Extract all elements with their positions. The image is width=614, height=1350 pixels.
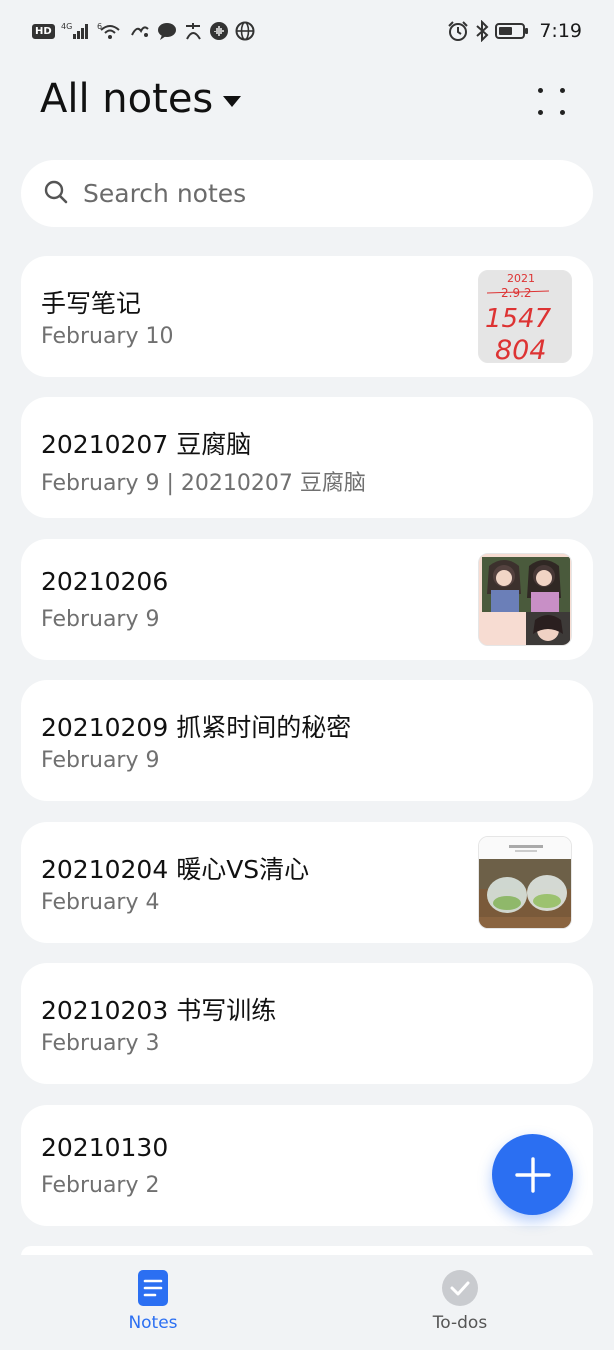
more-dots-icon — [538, 88, 543, 93]
handwriting-text: 804 — [495, 335, 547, 363]
note-subtitle: February 9 — [41, 748, 160, 773]
handwriting-text: 2.9.2 — [501, 286, 532, 300]
checkmark-icon — [442, 1270, 478, 1306]
nav-todos-label: To-dos — [432, 1313, 488, 1333]
status-time: 7:19 — [539, 20, 582, 42]
note-card[interactable]: 20210206 February 9 — [21, 539, 593, 660]
note-title: 20210130 — [41, 1133, 169, 1162]
signal-icon: 4G — [61, 21, 91, 41]
wifi-icon: 6 — [97, 21, 123, 41]
note-title: 20210204 暖心VS清心 — [41, 855, 310, 884]
alipay-icon — [183, 21, 203, 41]
note-thumbnail-handwriting: 2021 2.9.2 1547 804 — [478, 270, 572, 363]
note-title: 手写笔记 — [41, 289, 142, 318]
note-card[interactable]: 20210207 豆腐脑 February 9 | 20210207 豆腐脑 — [21, 397, 593, 518]
voice-icon — [209, 21, 229, 41]
hd-badge: HD — [32, 23, 55, 39]
battery-icon — [495, 21, 529, 41]
status-bar-right: 7:19 — [447, 20, 582, 42]
note-title: 20210203 书写训练 — [41, 996, 277, 1025]
app-icon — [129, 21, 151, 41]
nav-todos[interactable]: To-dos — [400, 1269, 520, 1333]
nav-notes[interactable]: Notes — [93, 1269, 213, 1333]
note-subtitle: February 10 — [41, 324, 174, 349]
globe-icon — [235, 21, 255, 41]
search-bar[interactable]: Search notes — [21, 160, 593, 227]
note-title: 20210206 — [41, 567, 169, 596]
note-subtitle: February 4 — [41, 890, 160, 915]
page-title: All notes — [40, 76, 214, 122]
note-card[interactable]: 20210209 抓紧时间的秘密 February 9 — [21, 680, 593, 801]
folder-selector[interactable]: All notes — [40, 76, 242, 122]
note-title: 20210207 豆腐脑 — [41, 430, 252, 459]
caret-down-icon — [223, 95, 242, 107]
note-subtitle: February 9 | 20210207 豆腐脑 — [41, 471, 366, 496]
more-options-button[interactable] — [528, 82, 576, 122]
chat-icon — [157, 21, 177, 41]
alarm-icon — [447, 21, 469, 41]
header: All notes — [0, 72, 614, 132]
note-card[interactable]: 20210204 暖心VS清心 February 4 — [21, 822, 593, 943]
note-thumbnail-tea — [478, 836, 572, 929]
status-bar-left: HD 4G 6 — [32, 21, 255, 41]
note-thumbnail-dolls — [478, 553, 572, 646]
status-bar: HD 4G 6 7:19 — [0, 0, 614, 62]
handwriting-text: 2021 — [507, 272, 535, 285]
search-icon — [43, 179, 69, 209]
add-note-button[interactable] — [492, 1134, 573, 1215]
bluetooth-icon — [475, 20, 489, 42]
search-input[interactable]: Search notes — [83, 179, 246, 208]
network-type: 4G — [61, 22, 72, 31]
plus-icon — [514, 1156, 551, 1193]
note-card[interactable]: 20210203 书写训练 February 3 — [21, 963, 593, 1084]
note-title: 20210209 抓紧时间的秘密 — [41, 713, 352, 742]
note-icon — [138, 1270, 168, 1306]
note-card[interactable]: 手写笔记 February 10 2021 2.9.2 1547 804 — [21, 256, 593, 377]
bottom-nav: Notes To-dos — [0, 1255, 614, 1350]
note-subtitle: February 3 — [41, 1031, 160, 1056]
note-subtitle: February 2 — [41, 1173, 160, 1198]
note-subtitle: February 9 — [41, 607, 160, 632]
handwriting-text: 1547 — [485, 304, 552, 334]
nav-notes-label: Notes — [128, 1313, 178, 1333]
